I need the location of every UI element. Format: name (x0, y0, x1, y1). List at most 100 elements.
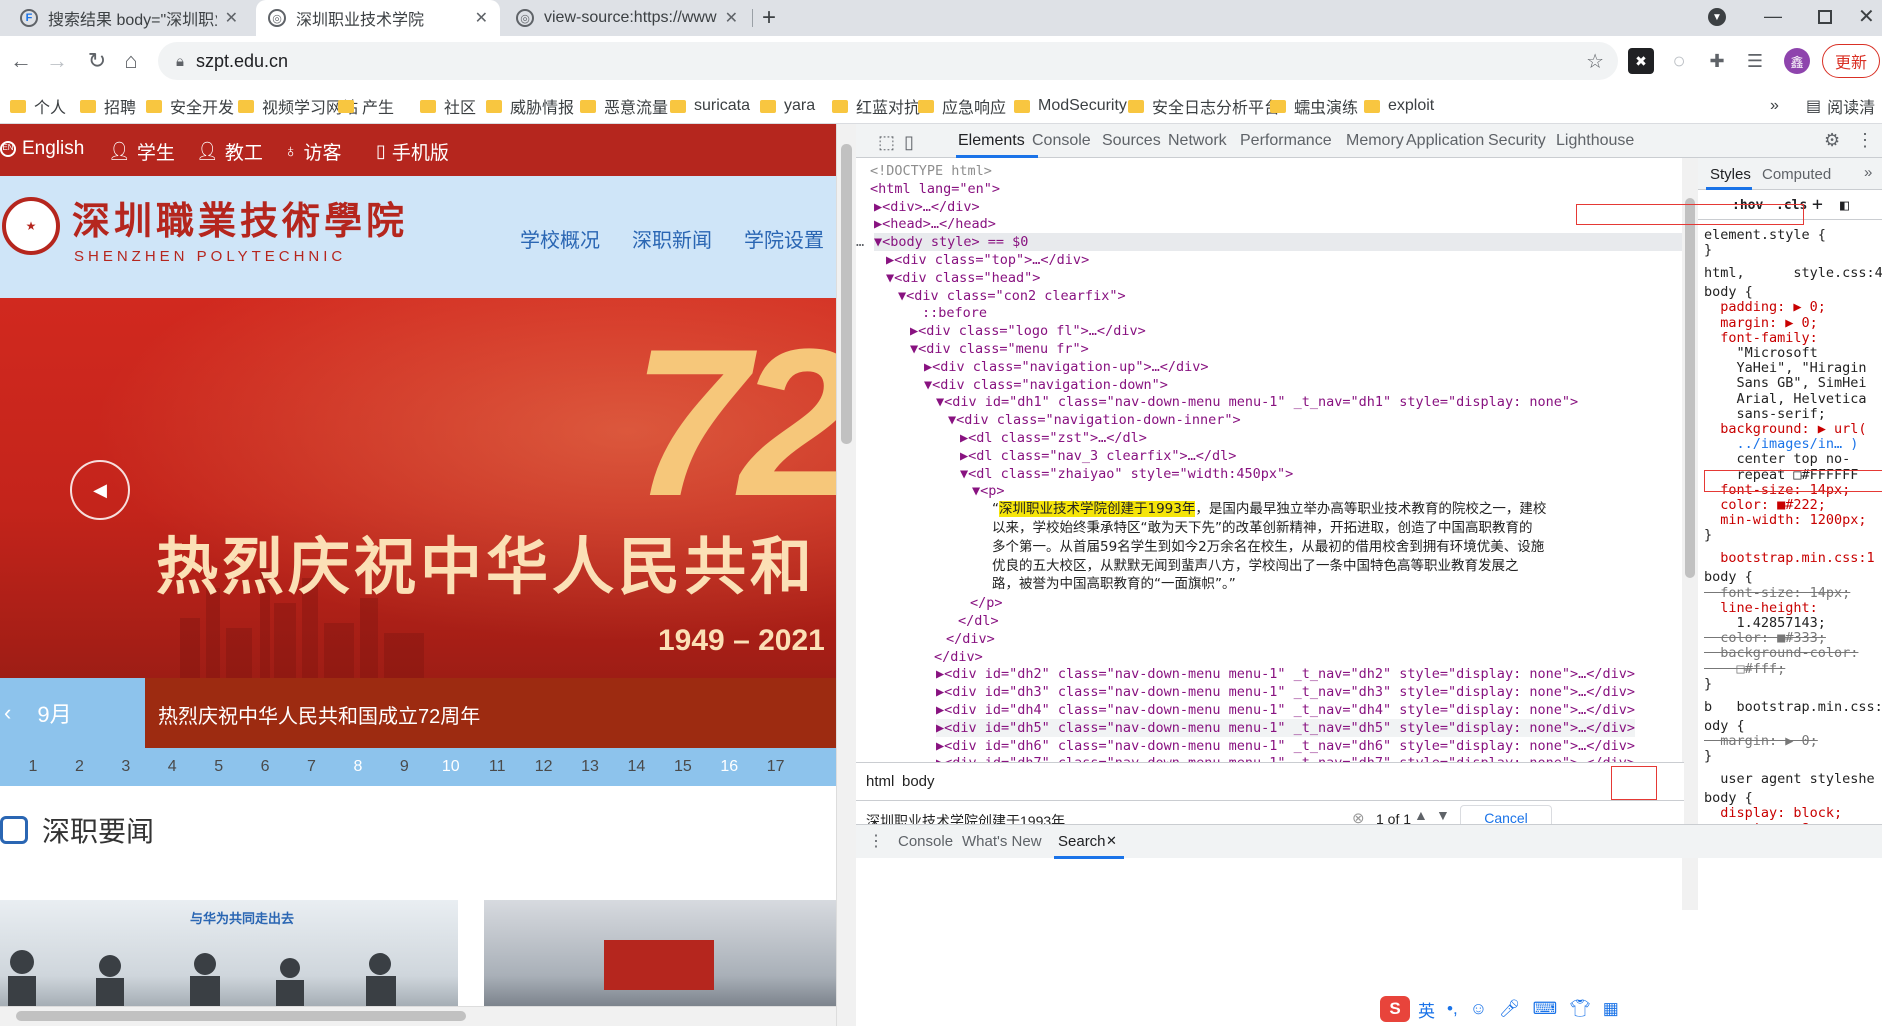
style-rule-line[interactable]: } (1704, 528, 1712, 543)
closing-tag-line[interactable]: </div> (934, 648, 983, 666)
bookmark-item[interactable]: 威胁情报 (486, 96, 574, 117)
style-rule-line[interactable]: background: ▶ url( (1704, 422, 1866, 437)
profile-avatar[interactable]: 鑫 (1784, 48, 1810, 74)
drawer-tab-whats-new[interactable]: What's New (962, 833, 1042, 850)
style-rule-line[interactable]: element.style { (1704, 228, 1826, 243)
add-rule-icon[interactable]: + (1812, 194, 1823, 215)
skin-icon[interactable]: 👕︎ (1569, 999, 1591, 1019)
dh-menu-row[interactable]: ▶<div id="dh2" class="nav-down-menu menu… (936, 665, 1635, 683)
text-node-line[interactable]: “深圳职业技术学院创建于1993年，是国内最早独立举办高等职业技术教育的院校之一… (992, 500, 1546, 518)
style-rule-line[interactable]: b bootstrap.min.css: (1704, 699, 1882, 715)
nav-school-overview[interactable]: 学校概况 (520, 224, 600, 253)
ime-language-label[interactable]: 英 (1418, 997, 1435, 1022)
topbar-mobile[interactable]: ▯ 手机版 (376, 138, 449, 165)
school-seal-logo[interactable]: ★ (2, 197, 60, 255)
extension-circle-icon[interactable]: ○ (1666, 48, 1692, 74)
bookmark-item[interactable]: 应急响应 (918, 96, 1006, 117)
text-node-line[interactable]: 优良的五大校区，从默默无闻到蜚声八方，学校闯出了一条中国特色高等职业教育发展之 (992, 557, 1519, 575)
style-rule-line[interactable]: color: ■#222; (1704, 498, 1826, 513)
dom-node-line[interactable]: ▶<dl class="zst">…</dl> (960, 429, 1147, 447)
home-icon[interactable]: ⌂ (114, 44, 148, 78)
devtools-tab-network[interactable]: Network (1168, 132, 1227, 150)
browser-tab-szpt[interactable]: ◎ 深圳职业技术学院 ✕ (256, 0, 500, 36)
drawer-tab-console[interactable]: Console (898, 833, 953, 850)
toggle-sidebar-icon[interactable]: ◧ (1840, 196, 1849, 214)
settings-gear-icon[interactable]: ⚙ (1824, 130, 1840, 151)
bookmark-item[interactable]: 蠕虫演练 (1270, 96, 1358, 117)
close-tab-icon[interactable]: ✕ (475, 8, 488, 28)
dom-node-line[interactable]: ▼<p> (972, 482, 1005, 500)
dh-menu-row[interactable]: ▶<div id="dh4" class="nav-down-menu menu… (936, 701, 1635, 719)
style-rule-line[interactable]: } (1704, 749, 1712, 764)
bookmark-item[interactable]: 红蓝对抗 (832, 96, 920, 117)
elements-scrollbar[interactable] (1682, 158, 1698, 910)
style-rule-line[interactable]: background-color: (1704, 646, 1858, 661)
bookmark-item[interactable]: 个人 (10, 96, 66, 117)
reading-list-icon[interactable]: ☰ (1742, 48, 1768, 74)
nav-colleges[interactable]: 学院设置 (744, 224, 824, 253)
site-vertical-scrollbar[interactable] (836, 124, 856, 1026)
pager-dot-7[interactable]: 7 (297, 758, 327, 776)
closing-tag-line[interactable]: </dl> (958, 612, 999, 630)
dom-node-line[interactable]: ::before (922, 304, 987, 322)
style-rule-line[interactable]: line-height: (1704, 600, 1818, 616)
browser-tab-search-results[interactable]: F 搜索结果 body="深圳职业技术学 ✕ (8, 0, 250, 36)
reload-icon[interactable]: ↻ (80, 44, 114, 78)
closing-tag-line[interactable]: </p> (970, 594, 1003, 612)
text-node-line[interactable]: 以来，学校始终秉承特区“敢为天下先”的改革创新精神，开拓进取，创造了中国高职教育… (992, 519, 1533, 537)
drawer-menu-icon[interactable]: ⋮ (868, 831, 884, 851)
style-rule-line[interactable]: body { (1704, 570, 1753, 585)
style-rule-line[interactable]: "Microsoft (1704, 346, 1818, 361)
bookmark-item[interactable]: yara (760, 96, 815, 116)
scroll-thumb[interactable] (16, 1011, 466, 1021)
dom-node-line[interactable]: ▼<div id="dh1" class="nav-down-menu menu… (936, 393, 1578, 411)
devtools-tab-performance[interactable]: Performance (1240, 132, 1332, 150)
style-rule-line[interactable]: ody { (1704, 718, 1745, 734)
slide-caption-text[interactable]: 热烈庆祝中华人民共和国成立72周年 (158, 700, 480, 729)
dom-node-line[interactable]: <html lang="en"> (870, 180, 1000, 198)
update-button[interactable]: 更新 (1822, 44, 1880, 78)
devtools-tab-elements[interactable]: Elements (958, 132, 1025, 150)
logo-chinese-name[interactable]: 深圳職業技術學院 (72, 190, 408, 245)
styles-tab[interactable]: Styles (1710, 166, 1751, 183)
dom-node-line[interactable]: <!DOCTYPE html> (870, 162, 992, 180)
style-rule-line[interactable]: ../images/in… ) (1704, 437, 1859, 452)
pager-dot-2[interactable]: 2 (64, 758, 94, 776)
dh-menu-row[interactable]: ▶<div id="dh3" class="nav-down-menu menu… (936, 683, 1635, 701)
dh-menu-row[interactable]: ▶<div id="dh5" class="nav-down-menu menu… (936, 718, 1635, 737)
selected-body-node[interactable]: ▼<body style> == $0 (874, 233, 1683, 252)
dom-node-line[interactable]: ▶<div class="navigation-up">…</div> (924, 358, 1208, 376)
dom-node-line[interactable]: ▶<div class="top">…</div> (886, 251, 1089, 269)
forward-icon[interactable]: → (40, 44, 74, 78)
crumb-html[interactable]: html (866, 773, 894, 790)
device-toolbar-icon[interactable]: ▯ (904, 132, 914, 153)
bookmark-item[interactable]: 社区 (420, 96, 476, 117)
style-rule-line[interactable]: 1.42857143; (1704, 616, 1826, 631)
style-rule-line[interactable]: } (1704, 676, 1712, 692)
nav-news[interactable]: 深职新闻 (632, 224, 712, 253)
style-rule-line[interactable]: sans-serif; (1704, 406, 1826, 422)
topbar-english[interactable]: EN English (0, 138, 84, 160)
pager-dot-12[interactable]: 12 (529, 758, 559, 776)
toolbox-icon[interactable]: ▦ (1603, 999, 1619, 1019)
dom-node-line[interactable]: ▼<div class="con2 clearfix"> (898, 287, 1126, 305)
crumb-body[interactable]: body (902, 773, 935, 790)
reading-list-button[interactable]: ▤ 阅读清 (1806, 96, 1875, 117)
pager-dot-9[interactable]: 9 (389, 758, 419, 776)
drawer-tab-search[interactable]: Search (1058, 833, 1106, 850)
close-tab-icon[interactable]: ✕ (225, 8, 238, 28)
style-rule-line[interactable]: margin: ▶ 0; (1704, 315, 1818, 331)
dom-node-line[interactable]: ▼<dl class="zhaiyao" style="width:450px"… (960, 465, 1293, 483)
pager-dot-15[interactable]: 15 (668, 758, 698, 776)
bookmark-item[interactable]: 安全开发 (146, 96, 234, 117)
style-rule-line[interactable]: padding: ▶ 0; (1704, 300, 1826, 315)
text-node-line[interactable]: 路，被誉为中国高职教育的“一面旗帜”。” (992, 575, 1236, 593)
logo-english-name[interactable]: SHENZHEN POLYTECHNIC (74, 248, 346, 265)
dom-node-line[interactable]: ▶<div>…</div> (874, 198, 980, 216)
style-rule-line[interactable]: □#fff; (1704, 661, 1786, 677)
closing-tag-line[interactable]: </div> (946, 630, 995, 648)
bookmark-item[interactable]: exploit (1364, 96, 1434, 116)
node-actions-ellipsis[interactable]: … (856, 233, 864, 251)
style-rule-line[interactable]: min-width: 1200px; (1704, 513, 1866, 528)
emoji-icon[interactable]: ☺ (1470, 999, 1487, 1019)
